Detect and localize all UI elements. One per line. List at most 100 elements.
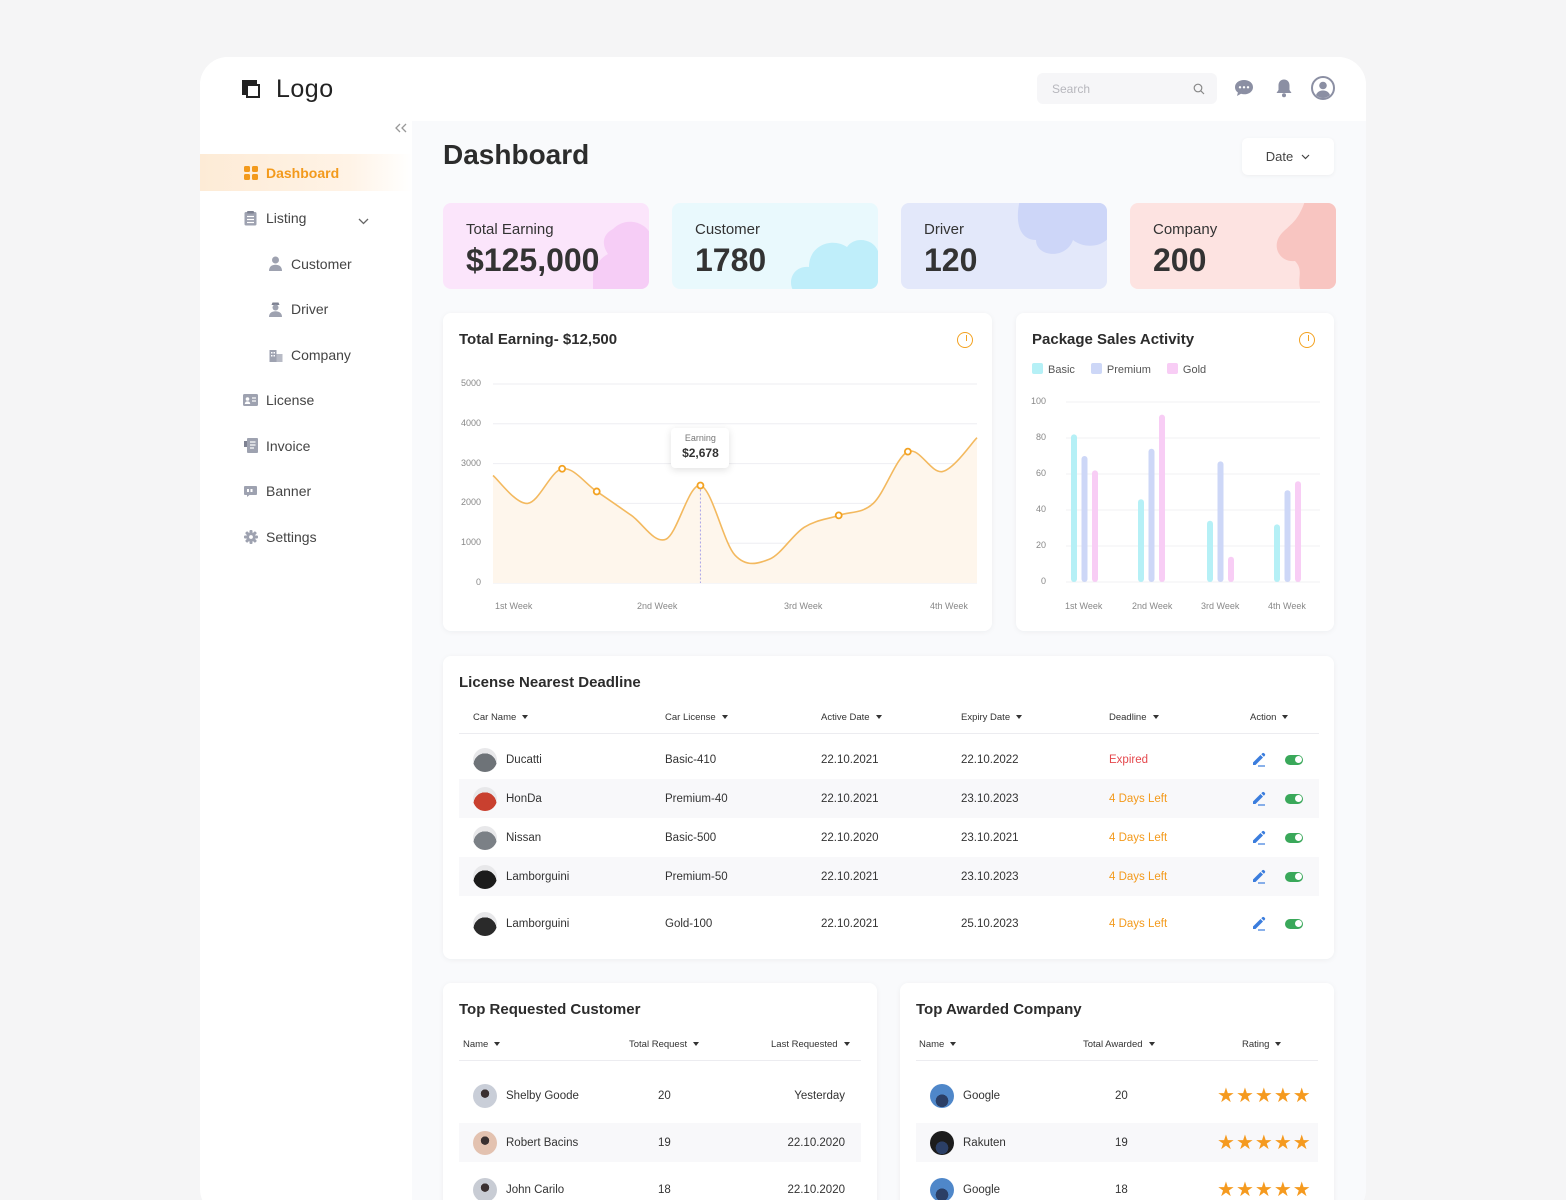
bar-basic[interactable] [1274,524,1280,582]
status-toggle[interactable] [1285,871,1303,882]
collapse-sidebar-icon[interactable] [395,121,407,136]
edit-icon[interactable] [1251,869,1266,884]
y-tick-label: 60 [1035,468,1046,478]
star-icon: ★ [1217,1084,1235,1107]
sidebar-item-customer[interactable]: Customer [200,245,412,282]
table-row[interactable]: HonDa Premium-40 22.10.2021 23.10.2023 4 Day… [459,779,1319,818]
bar-premium[interactable] [1081,456,1088,582]
column-header-active-date[interactable]: Active Date [821,712,882,723]
column-header-deadline[interactable]: Deadline [1109,712,1159,723]
cell-name: Robert Bacins [473,1130,578,1155]
chat-icon[interactable] [1232,76,1256,100]
status-toggle[interactable] [1285,754,1303,765]
tooltip-value: $2,678 [682,446,719,461]
table-row[interactable]: Nissan Basic-500 22.10.2020 23.10.2021 4 Day… [459,818,1319,857]
sidebar-nav: Dashboard Listing Customer Driver Compan… [200,154,412,564]
bar-premium[interactable] [1148,448,1155,582]
cell-active-date: 22.10.2021 [821,753,879,766]
star-icon: ★ [1273,1084,1292,1107]
column-header-total-request[interactable]: Total Request [629,1039,700,1050]
x-tick-label: 4th Week [1268,601,1306,611]
column-header-rating[interactable]: Rating [1242,1039,1282,1050]
bar-gold[interactable] [1295,481,1301,582]
cell-expiry-date: 22.10.2022 [961,753,1019,766]
bar-premium[interactable] [1217,461,1224,582]
list-icon [243,210,258,226]
car-name: Nissan [506,831,542,844]
bar-premium[interactable] [1284,490,1291,582]
column-header-expiry-date[interactable]: Expiry Date [961,712,1023,723]
cell-active-date: 22.10.2021 [821,917,879,930]
column-header-action[interactable]: Action [1250,712,1289,723]
column-header-name[interactable]: Name [919,1039,957,1050]
bar-gold[interactable] [1092,470,1098,582]
stat-card-customer[interactable]: Customer 1780 [672,203,878,289]
stat-card-driver[interactable]: Driver 120 [901,203,1107,289]
cell-last-requested: 22.10.2020 [787,1183,845,1196]
stat-card-company[interactable]: Company 200 [1130,203,1336,289]
table-row[interactable]: Google 20 ★ ★ ★ ★ ★ [916,1076,1318,1115]
sidebar-item-license[interactable]: License [200,382,412,419]
table-row[interactable]: Lamborguini Premium-50 22.10.2021 23.10.202… [459,857,1319,896]
search-input[interactable] [1052,81,1193,96]
table-row[interactable]: Lamborguini Gold-100 22.10.2021 25.10.2023 4… [459,904,1319,943]
table-row[interactable]: Rakuten 19 ★ ★ ★ ★ ★ [916,1123,1318,1162]
sidebar-item-company[interactable]: Company [200,336,412,373]
customer-table-header: Name Total Request Last Requested [459,1037,861,1061]
chevron-down-icon[interactable] [358,212,369,228]
car-avatar [473,864,497,889]
bar-basic[interactable] [1071,434,1077,582]
earning-chart-card: Total Earning- $12,500 5000 4000 3000 2000 1… [443,313,992,631]
sort-caret-icon [494,1042,501,1046]
driver-icon [268,302,283,317]
table-row[interactable]: Shelby Goode 20 Yesterday [459,1076,861,1115]
column-header-name[interactable]: Name [463,1039,501,1050]
cell-expiry-date: 23.10.2021 [961,831,1019,844]
date-filter-button[interactable]: Date [1242,138,1334,175]
sidebar-item-dashboard[interactable]: Dashboard [200,154,412,191]
data-point[interactable] [834,511,843,520]
search-icon[interactable] [1193,83,1205,95]
id-card-icon [243,393,258,408]
star-icon: ★ [1254,1084,1273,1107]
status-toggle[interactable] [1285,918,1303,929]
y-tick-label: 40 [1035,504,1046,514]
column-header-total-awarded[interactable]: Total Awarded [1083,1039,1155,1050]
data-point[interactable] [558,464,567,473]
x-tick-label: 3rd Week [784,601,823,611]
bar-gold[interactable] [1159,414,1165,582]
column-header-last-requested[interactable]: Last Requested [771,1039,850,1050]
bell-icon[interactable] [1272,76,1296,100]
table-row[interactable]: Ducatti Basic-410 22.10.2021 22.10.2022 Expi… [459,740,1319,779]
edit-icon[interactable] [1251,791,1266,806]
sidebar-item-invoice[interactable]: Invoice [200,427,412,464]
data-point[interactable] [903,447,912,456]
stat-card-total-earning[interactable]: Total Earning $125,000 [443,203,649,289]
sidebar-item-driver[interactable]: Driver [200,291,412,328]
column-header-car-license[interactable]: Car License [665,712,728,723]
bar-gold[interactable] [1228,556,1234,582]
sidebar-item-settings[interactable]: Settings [200,518,412,555]
edit-icon[interactable] [1251,916,1266,931]
sidebar-item-listing[interactable]: Listing [200,200,412,237]
cell-expiry-date: 23.10.2023 [961,792,1019,805]
edit-icon[interactable] [1251,830,1266,845]
status-toggle[interactable] [1285,793,1303,804]
status-toggle[interactable] [1285,832,1303,843]
user-avatar-icon[interactable] [1311,76,1335,100]
edit-icon[interactable] [1251,752,1266,767]
company-logo [930,1130,954,1155]
table-row[interactable]: John Carilo 18 22.10.2020 [459,1170,861,1200]
bar-basic[interactable] [1207,520,1213,582]
column-header-car-name[interactable]: Car Name [473,712,529,723]
data-point[interactable] [696,481,705,490]
search-box[interactable] [1037,73,1217,104]
star-icon: ★ [1217,1178,1235,1200]
logo[interactable]: Logo [242,75,334,104]
data-point[interactable] [592,487,601,496]
sidebar-item-banner[interactable]: Banner [200,473,412,510]
bar-basic[interactable] [1138,499,1144,582]
table-row[interactable]: Robert Bacins 19 22.10.2020 [459,1123,861,1162]
header-label: Expiry Date [961,712,1011,723]
table-row[interactable]: Google 18 ★ ★ ★ ★ ★ [916,1170,1318,1200]
